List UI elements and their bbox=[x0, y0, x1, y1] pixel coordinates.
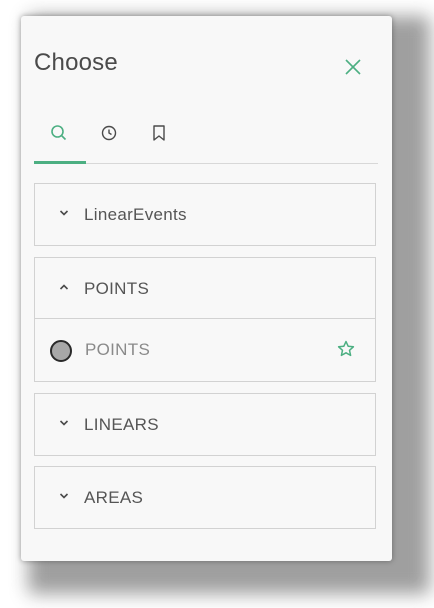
group-linears: LINEARS bbox=[34, 393, 376, 456]
group-points: POINTS POINTS bbox=[34, 257, 376, 382]
group-label: AREAS bbox=[84, 488, 144, 507]
group-header-linearevents[interactable]: LinearEvents bbox=[35, 184, 375, 244]
close-icon bbox=[345, 59, 361, 75]
group-areas: AREAS bbox=[34, 466, 376, 529]
gray-circle-symbol bbox=[50, 340, 72, 362]
group-label: LinearEvents bbox=[84, 205, 187, 224]
choose-panel: Choose LinearEvents POINTS POINTS LINEAR… bbox=[21, 16, 392, 561]
group-header-areas[interactable]: AREAS bbox=[35, 467, 375, 527]
stage: Choose LinearEvents POINTS POINTS LINEAR… bbox=[0, 0, 434, 608]
chevron-down-icon bbox=[59, 210, 69, 216]
tab-bar bbox=[34, 117, 378, 164]
list-item-points[interactable]: POINTS bbox=[35, 318, 375, 380]
group-label: LINEARS bbox=[84, 415, 159, 434]
chevron-down-icon bbox=[59, 420, 69, 426]
tab-search[interactable] bbox=[34, 117, 84, 163]
bookmark-icon bbox=[153, 125, 165, 141]
tab-recent[interactable] bbox=[84, 117, 134, 163]
group-header-linears[interactable]: LINEARS bbox=[35, 394, 375, 454]
clock-icon bbox=[101, 125, 117, 141]
tab-bookmarks[interactable] bbox=[134, 117, 184, 163]
group-linearevents: LinearEvents bbox=[34, 183, 376, 246]
search-icon bbox=[51, 125, 67, 141]
group-label: POINTS bbox=[84, 279, 150, 298]
chevron-up-icon bbox=[59, 284, 69, 290]
active-tab-indicator bbox=[34, 161, 86, 164]
group-header-points[interactable]: POINTS bbox=[35, 258, 375, 318]
star-icon bbox=[337, 340, 355, 357]
item-label: POINTS bbox=[85, 340, 151, 359]
panel-title: Choose bbox=[34, 49, 118, 76]
close-button[interactable] bbox=[341, 55, 365, 79]
favorite-button[interactable] bbox=[336, 339, 356, 359]
chevron-down-icon bbox=[59, 493, 69, 499]
